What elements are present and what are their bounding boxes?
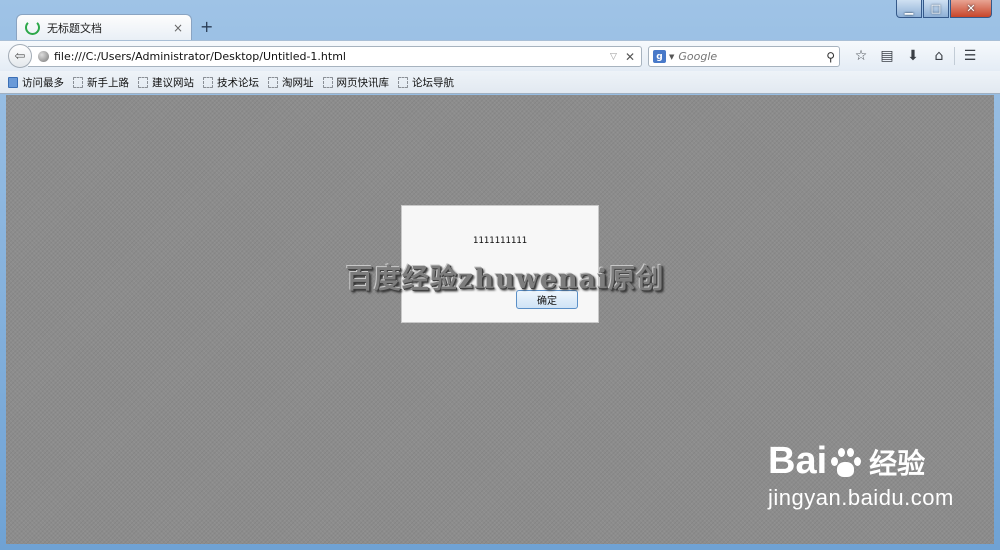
bookmark-page-icon <box>268 76 278 88</box>
baidu-wordmark: Bai 经验 <box>768 440 954 483</box>
baidu-jingyan-logo: Bai 经验 jingyan.baidu.com <box>768 440 954 511</box>
baidu-url: jingyan.baidu.com <box>768 485 954 510</box>
bookmarks-menu-icon[interactable]: ▤ <box>874 45 900 67</box>
bookmark-page-icon <box>138 76 148 88</box>
bookmark-suggested-sites[interactable]: 建议网站 <box>138 75 194 90</box>
baidu-word-right: 经验 <box>869 447 926 479</box>
bookmark-tao-urls[interactable]: 淘网址 <box>268 75 314 90</box>
baidu-word-left: Bai <box>768 440 828 482</box>
alert-message: 1111111111 <box>472 236 528 246</box>
new-tab-button[interactable]: + <box>200 17 213 36</box>
bookmark-label: 技术论坛 <box>217 76 259 89</box>
bookmark-getting-started[interactable]: 新手上路 <box>73 75 129 90</box>
history-dropdown-icon[interactable]: ▽ <box>610 52 617 62</box>
bookmark-web-slices[interactable]: 网页快讯库 <box>322 75 390 90</box>
bookmarks-bar: 访问最多 新手上路 建议网站 技术论坛 淘网址 网页快讯库 论坛导航 <box>0 71 1000 94</box>
hamburger-menu-icon[interactable]: ☰ <box>957 45 983 67</box>
bookmark-star-icon[interactable]: ☆ <box>848 45 874 67</box>
page-content-overlay: 1111111111 确定 百度经验zhuwenai原创 Bai 经验 jing… <box>6 95 994 544</box>
bookmark-label: 淘网址 <box>282 76 314 89</box>
bookmark-label: 访问最多 <box>22 76 64 89</box>
bookmark-label: 论坛导航 <box>412 76 454 89</box>
search-input[interactable] <box>678 50 827 63</box>
downloads-icon[interactable]: ⬇ <box>900 45 926 67</box>
bookmark-folder-icon <box>8 76 18 88</box>
toolbar-separator <box>954 47 955 65</box>
toolbar-icons: ☆ ▤ ⬇ ⌂ ☰ <box>848 45 983 67</box>
home-icon[interactable]: ⌂ <box>926 45 952 67</box>
bookmark-label: 建议网站 <box>152 76 194 89</box>
stop-icon[interactable]: ✕ <box>625 50 635 64</box>
navigation-toolbar: file:///C:/Users/Administrator/Desktop/U… <box>0 40 1000 71</box>
url-text[interactable]: file:///C:/Users/Administrator/Desktop/U… <box>54 50 610 63</box>
bookmark-most-visited[interactable]: 访问最多 <box>8 75 64 90</box>
tab-strip: 无标题文档 × + <box>0 10 1000 40</box>
bookmark-page-icon <box>398 76 408 88</box>
bookmark-page-icon <box>203 76 213 88</box>
watermark-text: 百度经验zhuwenai原创 <box>346 264 665 295</box>
browser-window: ▁ □ ✕ 无标题文档 × + file:///C:/Users/Adminis… <box>0 0 1000 550</box>
back-button[interactable]: ⇦ <box>8 44 32 68</box>
url-bar[interactable]: file:///C:/Users/Administrator/Desktop/U… <box>28 46 642 67</box>
engine-dropdown-icon[interactable]: ▼ <box>669 53 674 61</box>
tab-close-icon[interactable]: × <box>173 21 183 35</box>
bookmark-page-icon <box>73 76 83 88</box>
tab-title: 无标题文档 <box>47 21 102 35</box>
bookmark-forum-nav[interactable]: 论坛导航 <box>398 75 454 90</box>
back-arrow-icon: ⇦ <box>14 48 26 64</box>
search-icon[interactable]: ⚲ <box>826 50 835 64</box>
bookmark-tech-forum[interactable]: 技术论坛 <box>203 75 259 90</box>
tab-untitled-document[interactable]: 无标题文档 × <box>16 14 192 40</box>
bookmark-label: 网页快讯库 <box>336 76 390 89</box>
search-bar[interactable]: g ▼ ⚲ <box>648 46 840 67</box>
paw-icon <box>828 445 862 479</box>
google-engine-icon[interactable]: g <box>653 50 666 63</box>
bookmark-page-icon <box>322 76 333 88</box>
bookmark-label: 新手上路 <box>87 76 129 89</box>
loading-throbber-icon <box>25 20 40 35</box>
globe-icon <box>38 51 49 62</box>
